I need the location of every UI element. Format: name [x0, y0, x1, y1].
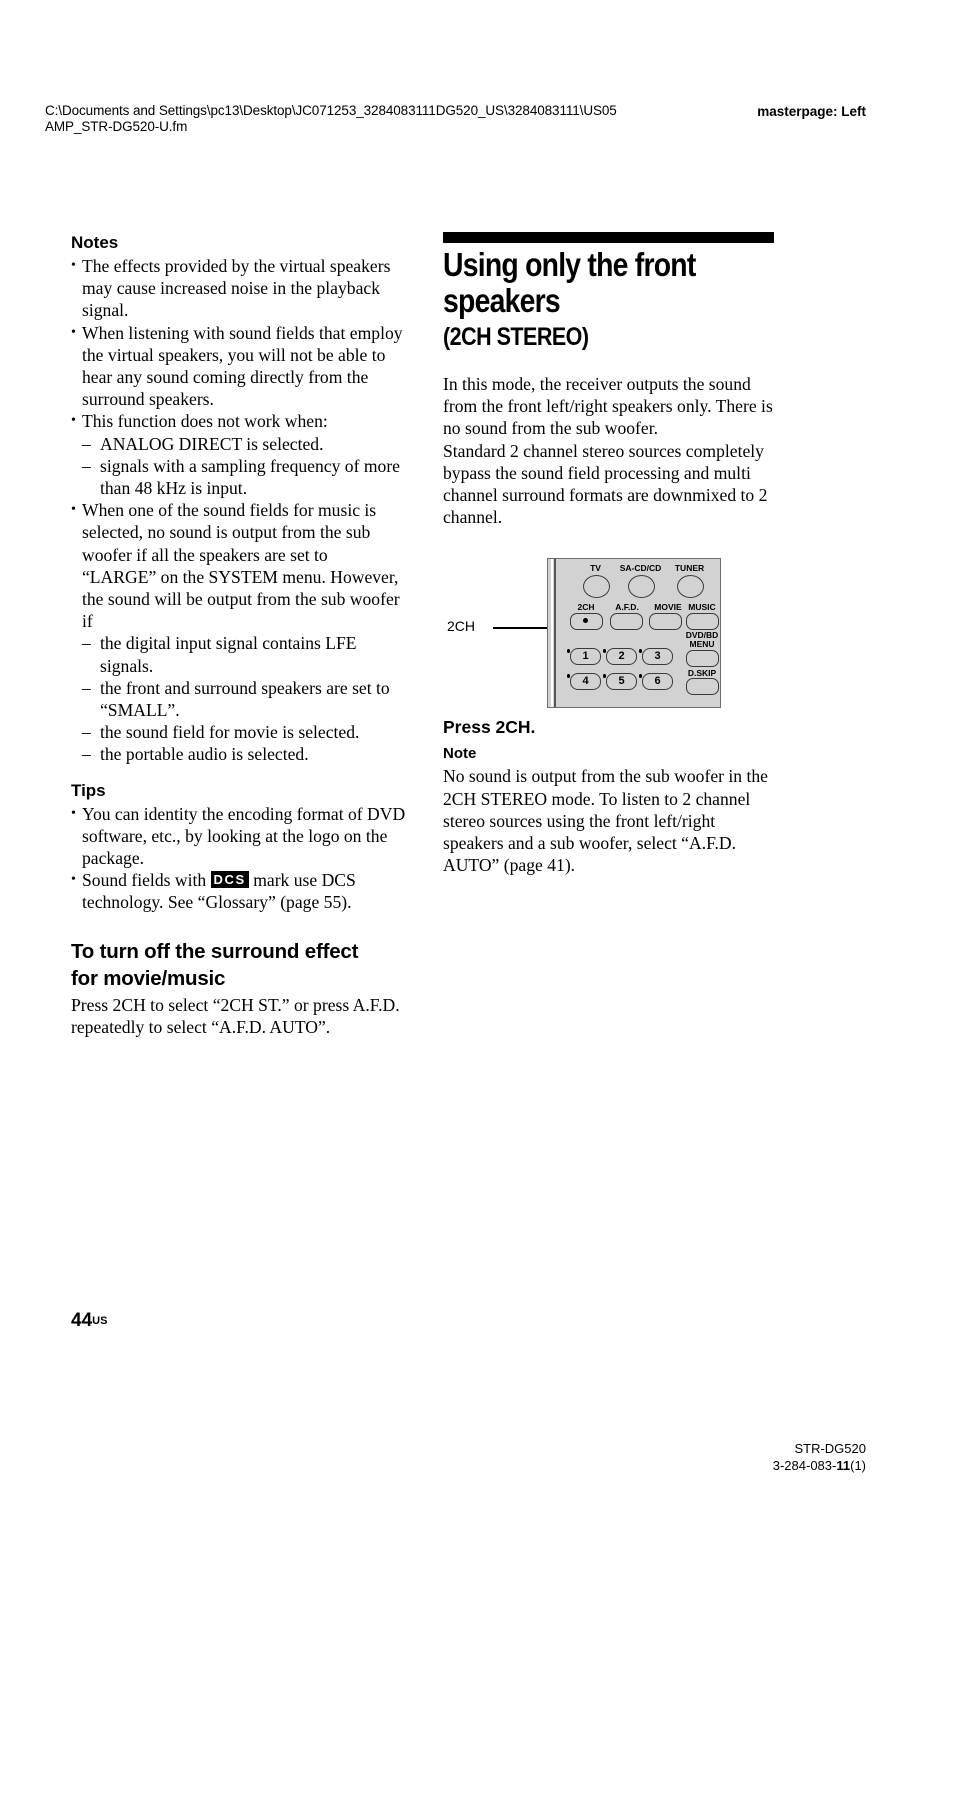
remote-button-sacd-cd[interactable] [628, 575, 655, 599]
note-subitem: ANALOG DIRECT is selected. [82, 433, 406, 455]
note-subitem: the front and surround speakers are set … [82, 677, 406, 721]
remote-label-afd: A.F.D. [615, 602, 639, 613]
press-2ch-heading: Press 2CH. [443, 717, 536, 738]
remote-callout-label: 2CH [447, 618, 476, 635]
page-number: 44US [71, 1310, 107, 1332]
footer-model-name: STR-DG520 [794, 1441, 866, 1456]
remote-callout-leader-line [493, 627, 550, 629]
remote-button-tuner[interactable] [677, 575, 704, 599]
intro-paragraph-1: In this mode, the receiver outputs the s… [443, 374, 773, 439]
note-heading: Note [443, 745, 477, 763]
remote-label-sacd-cd: SA-CD/CD [619, 563, 662, 574]
chapter-subtitle: (2CH STEREO) [443, 323, 589, 351]
remote-edge-shadow [554, 559, 556, 708]
page-number-suffix: US [92, 1315, 108, 1327]
remote-control-figure: 2CH TV SA-CD/CD TUNER 2CH A.F.D. MOVIE M… [443, 556, 774, 716]
turnoff-body-text: Press 2CH to select “2CH ST.” or press A… [71, 994, 400, 1037]
remote-body: TV SA-CD/CD TUNER 2CH A.F.D. MOVIE MUSIC… [547, 558, 721, 709]
remote-button-5[interactable]: 5 [606, 673, 637, 691]
remote-label-dskip: D.SKIP [687, 668, 717, 679]
chapter-title: Using only the front speakers [443, 246, 696, 319]
remote-label-music: MUSIC [688, 602, 716, 613]
dcs-badge: DCS [210, 871, 249, 889]
note-item: When listening with sound fields that em… [71, 322, 406, 411]
turnoff-heading-line-1: To turn off the surround effect [71, 939, 359, 963]
tip-item-dcs: Sound fields with DCS mark use DCS techn… [71, 869, 406, 913]
remote-label-tuner: TUNER [674, 563, 705, 574]
remote-button-4[interactable]: 4 [570, 673, 601, 691]
remote-button-1[interactable]: 1 [570, 648, 601, 666]
footer-docnum-suffix: (1) [850, 1458, 866, 1473]
turnoff-heading-line-2: for movie/music [71, 966, 226, 990]
remote-button-music[interactable] [686, 613, 719, 631]
remote-button-3[interactable]: 3 [642, 648, 673, 666]
right-column: Using only the front speakers (2CH STERE… [443, 232, 774, 876]
note-subitem: the portable audio is selected. [82, 743, 406, 765]
tips-heading: Tips [71, 780, 106, 800]
notes-heading: Notes [71, 233, 119, 252]
remote-button-6[interactable]: 6 [642, 673, 673, 691]
left-column: Notes The effects provided by the virtua… [71, 232, 406, 1038]
note-item: When one of the sound fields for music i… [71, 499, 406, 632]
header-masterpage-label: masterpage: Left [757, 104, 866, 119]
note-subitem: signals with a sampling frequency of mor… [82, 455, 406, 499]
intro-paragraph-2: Standard 2 channel stereo sources comple… [443, 440, 768, 528]
notes-list-continued: When one of the sound fields for music i… [71, 499, 406, 632]
tip-dcs-text-before: Sound fields with [82, 870, 211, 891]
notes-sublist-two: the digital input signal contains LFE si… [71, 632, 406, 765]
notes-list: The effects provided by the virtual spea… [71, 255, 406, 433]
note-subitem: the digital input signal contains LFE si… [82, 632, 406, 676]
remote-label-2ch: 2CH [577, 602, 595, 613]
remote-edge-highlight [551, 559, 553, 708]
remote-button-dskip[interactable] [686, 678, 719, 696]
tips-list: You can identity the encoding format of … [71, 803, 406, 914]
remote-label-movie: MOVIE [654, 602, 682, 613]
remote-button-tv[interactable] [583, 575, 610, 599]
note-subitem: the sound field for movie is selected. [82, 721, 406, 743]
remote-label-tv: TV [590, 563, 601, 574]
page-number-value: 44 [71, 1310, 93, 1331]
footer-docnum-bold: 11 [836, 1458, 851, 1473]
remote-button-2[interactable]: 2 [606, 648, 637, 666]
remote-button-movie[interactable] [649, 613, 682, 631]
note-item: This function does not work when: [71, 410, 406, 432]
header-file-path: C:\Documents and Settings\pc13\Desktop\J… [45, 103, 617, 134]
remote-label-menu: MENU [689, 639, 715, 650]
tip-item: You can identity the encoding format of … [71, 803, 406, 870]
footer-identifiers: STR-DG520 3-284-083-11(1) [773, 1440, 866, 1474]
footer-docnum-prefix: 3-284-083- [772, 1458, 837, 1473]
notes-sublist-one: ANALOG DIRECT is selected. signals with … [71, 433, 406, 500]
remote-button-afd[interactable] [610, 613, 643, 631]
footer-document-number: 3-284-083-11(1) [773, 1457, 866, 1474]
note-item: The effects provided by the virtual spea… [71, 255, 406, 322]
note-body-text: No sound is output from the sub woofer i… [443, 766, 768, 876]
remote-button-dvd-bd-menu[interactable] [686, 650, 719, 668]
chapter-rule-bar [443, 232, 774, 243]
